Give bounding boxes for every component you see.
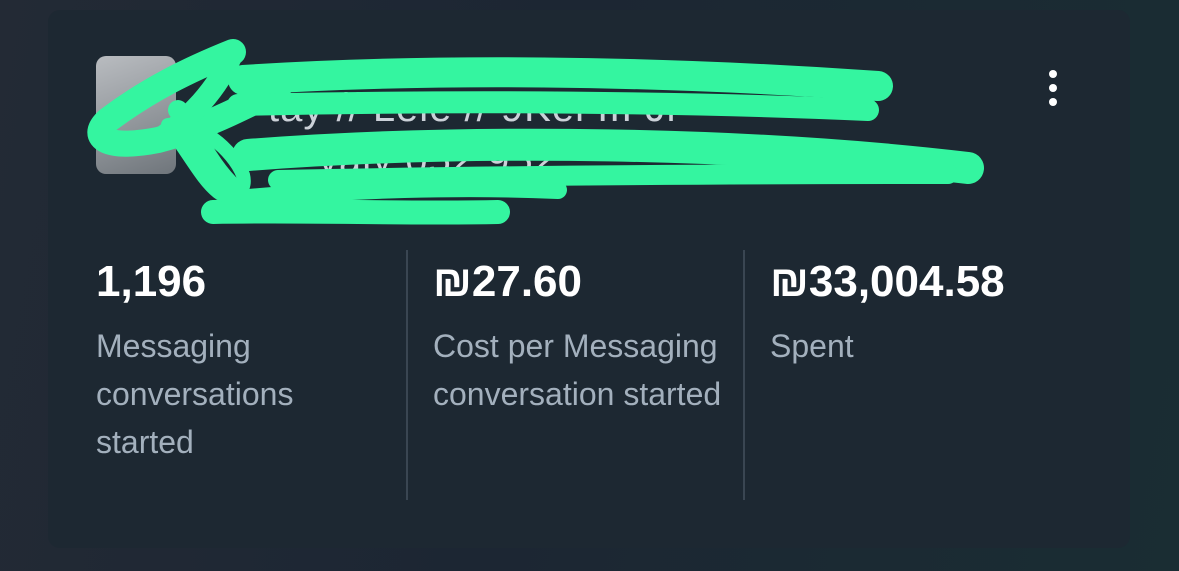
metric-label: Cost per Messaging conversation started [433, 328, 722, 412]
metric-conversations: 1,196 Messaging conversations started [96, 250, 396, 466]
more-vertical-icon-dot-3 [1049, 98, 1057, 106]
more-vertical-icon [1049, 70, 1057, 78]
metrics-row: 1,196 Messaging conversations started ₪2… [48, 250, 1130, 510]
more-options-button[interactable] [1036, 66, 1070, 110]
metric-spent: ₪33,004.58 Spent [770, 250, 1070, 370]
metric-label: Messaging conversations started [96, 328, 294, 460]
more-vertical-icon-dot-2 [1049, 84, 1057, 92]
metric-value: ₪27.60 [433, 257, 582, 306]
ad-summary-card[interactable]: tay // Lele // 9Kel III Jr yaly 052 952 … [48, 10, 1130, 548]
redaction-scribble [87, 39, 984, 225]
metric-value: 1,196 [96, 257, 207, 306]
metric-divider [743, 250, 745, 500]
metric-label: Spent [770, 328, 854, 364]
metric-cost-per-conversation: ₪27.60 Cost per Messaging conversation s… [433, 250, 733, 418]
metric-divider [406, 250, 408, 500]
metric-value: ₪33,004.58 [770, 257, 1005, 306]
